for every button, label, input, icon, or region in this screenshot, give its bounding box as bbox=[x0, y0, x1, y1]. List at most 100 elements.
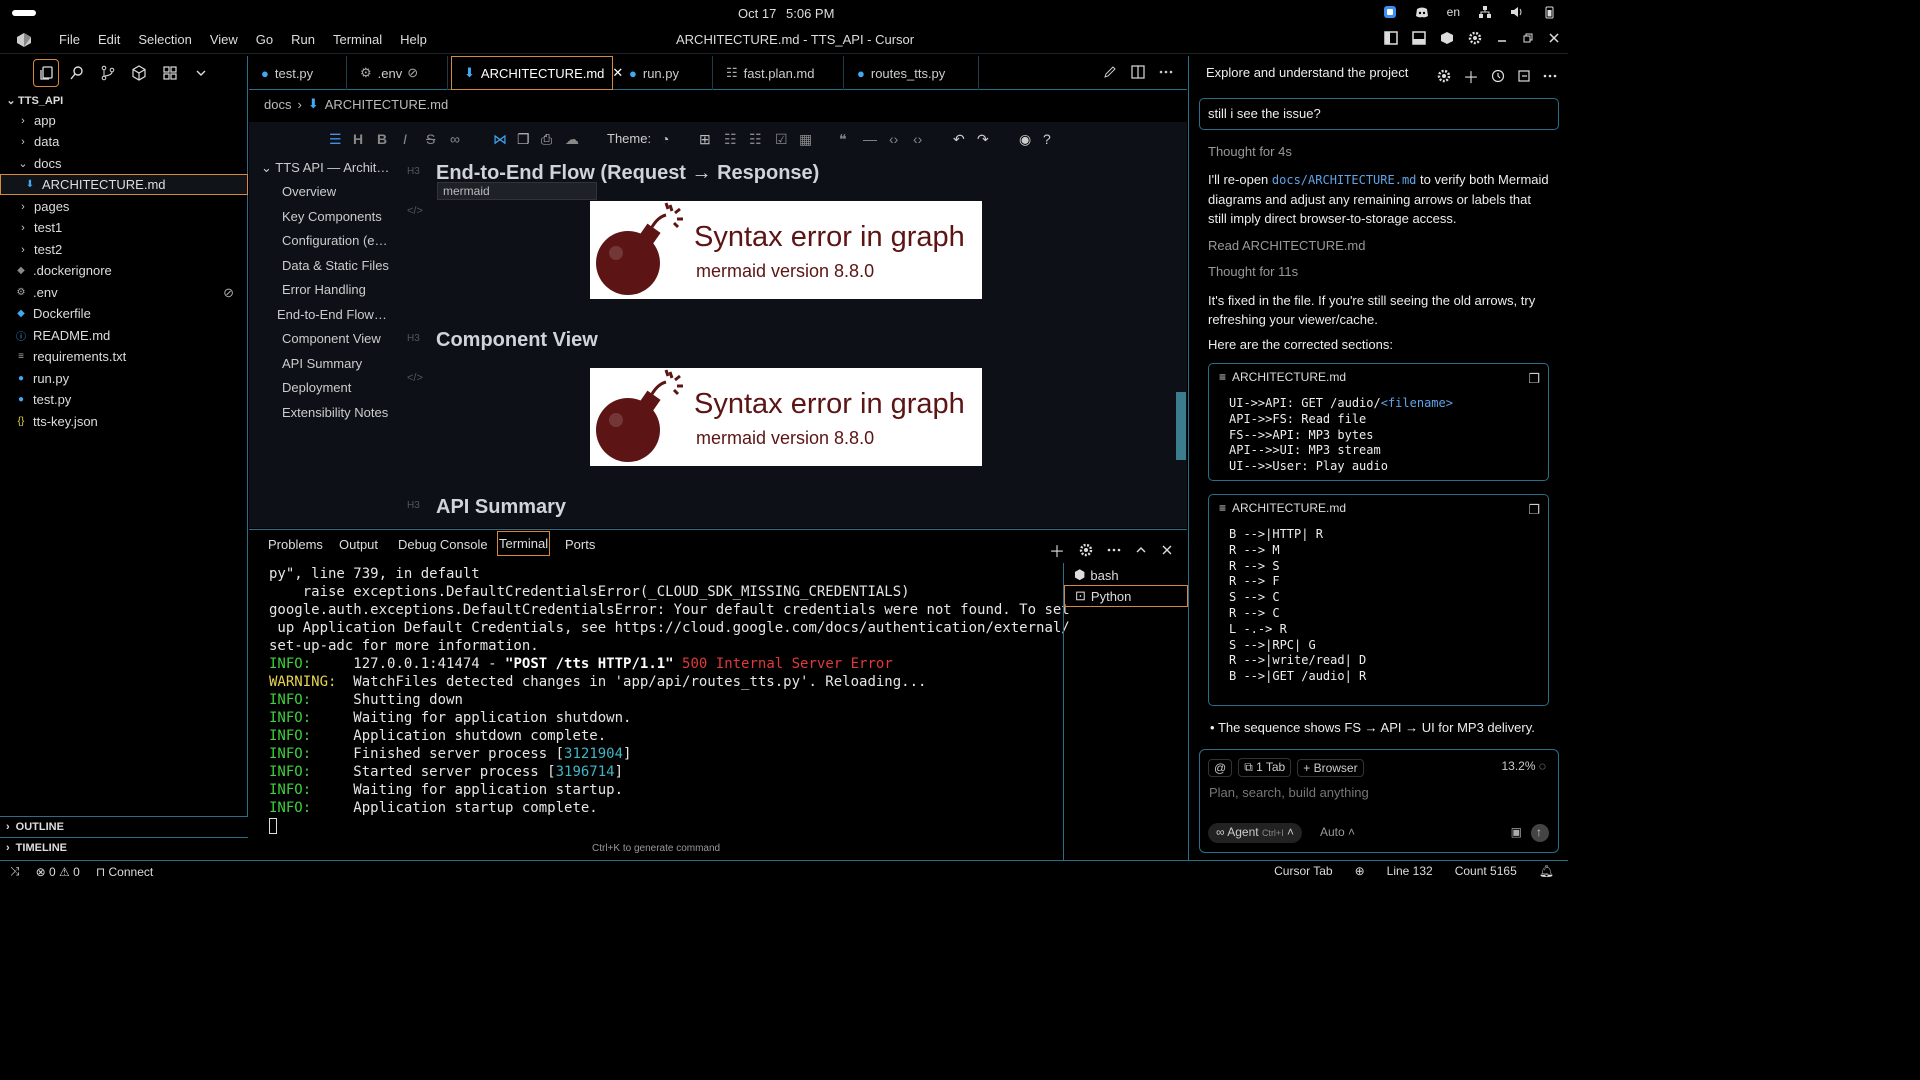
tree-item-pages[interactable]: › pages bbox=[0, 196, 248, 217]
menu-terminal[interactable]: Terminal bbox=[324, 32, 391, 47]
restore-icon[interactable] bbox=[1522, 32, 1534, 44]
new-chat-icon[interactable]: ＋ bbox=[1463, 64, 1479, 88]
search-view-button[interactable] bbox=[66, 62, 88, 84]
toggle-sidebar-icon[interactable] bbox=[1384, 31, 1398, 45]
close-panel-icon[interactable] bbox=[1161, 544, 1173, 556]
menu-help[interactable]: Help bbox=[391, 32, 436, 47]
menu-run[interactable]: Run bbox=[282, 32, 324, 47]
menu-selection[interactable]: Selection bbox=[129, 32, 200, 47]
checkbox-icon[interactable]: ☑ bbox=[775, 131, 788, 148]
tree-item-requirements[interactable]: ≡ requirements.txt bbox=[0, 346, 248, 367]
tab-run-py[interactable]: ● run.py bbox=[617, 56, 713, 90]
tab-test-py[interactable]: ● test.py bbox=[249, 56, 347, 90]
tree-item-readme[interactable]: ⓘ README.md bbox=[0, 325, 248, 346]
toc-item[interactable]: Extensibility Notes bbox=[282, 405, 397, 420]
tree-item-test2[interactable]: › test2 bbox=[0, 239, 248, 260]
file-link[interactable]: docs/ARCHITECTURE.md bbox=[1272, 173, 1417, 187]
code-icon[interactable]: ‹› bbox=[889, 131, 898, 147]
more-actions-icon[interactable] bbox=[1159, 65, 1173, 79]
system-time[interactable]: 5:06 PM bbox=[786, 6, 834, 21]
close-window-icon[interactable] bbox=[1548, 32, 1560, 44]
export-icon[interactable]: ⎙ bbox=[541, 131, 552, 148]
tree-item-tts-key-json[interactable]: {} tts-key.json bbox=[0, 411, 248, 432]
toc-item[interactable]: Key Components bbox=[282, 209, 397, 224]
extensions-view-button[interactable] bbox=[159, 62, 181, 84]
agent-mode-selector[interactable]: ∞ Agent Ctrl+I ˄ bbox=[1208, 823, 1303, 843]
tab-context-chip[interactable]: ⧉ 1 Tab bbox=[1238, 758, 1292, 777]
horizontal-rule-icon[interactable]: — bbox=[863, 131, 877, 147]
discord-icon[interactable] bbox=[1415, 6, 1429, 18]
line-indicator[interactable]: Line 132 bbox=[1387, 864, 1433, 878]
settings-gear-icon[interactable] bbox=[1079, 543, 1093, 557]
tab-debug-console[interactable]: Debug Console bbox=[398, 537, 488, 552]
tree-item-architecture-md[interactable]: ⬇ ARCHITECTURE.md bbox=[0, 174, 248, 195]
open-in-editor-icon[interactable] bbox=[1517, 69, 1531, 83]
explorer-root-folder[interactable]: ⌄ TTS_API bbox=[0, 90, 248, 111]
tree-item-dockerignore[interactable]: ◆ .dockerignore bbox=[0, 260, 248, 281]
read-file-indicator[interactable]: Read ARCHITECTURE.md bbox=[1208, 236, 1553, 255]
table-icon[interactable]: ▦ bbox=[799, 131, 812, 148]
toc-item[interactable]: Overview bbox=[282, 184, 397, 199]
toc-root[interactable]: ⌄ TTS API — Archit… bbox=[261, 160, 397, 176]
toc-item[interactable]: End-to-End Flow… bbox=[277, 307, 397, 322]
tree-item-app[interactable]: › app bbox=[0, 110, 248, 131]
tab-env[interactable]: ⚙ .env ⊘ bbox=[348, 56, 448, 90]
tab-routes-tts-py[interactable]: ● routes_tts.py bbox=[845, 56, 979, 90]
menu-edit[interactable]: Edit bbox=[89, 32, 129, 47]
menu-go[interactable]: Go bbox=[247, 32, 282, 47]
tab-architecture-md[interactable]: ⬇ ARCHITECTURE.md ✕ bbox=[451, 56, 623, 90]
minimize-icon[interactable] bbox=[1496, 32, 1508, 44]
breadcrumb-file[interactable]: ARCHITECTURE.md bbox=[325, 97, 449, 112]
code-block[interactable]: UI->>API: GET /audio/<filename> API->>FS… bbox=[1229, 396, 1453, 475]
tree-item-dockerfile[interactable]: ◆ Dockerfile bbox=[0, 303, 248, 324]
copy-icon[interactable]: ❐ bbox=[1528, 502, 1540, 518]
battery-icon[interactable] bbox=[1542, 5, 1556, 19]
chat-input[interactable]: Plan, search, build anything bbox=[1209, 785, 1369, 800]
tab-fast-plan-md[interactable]: ☷ fast.plan.md bbox=[714, 56, 844, 90]
source-control-button[interactable] bbox=[97, 62, 119, 84]
heading-icon[interactable]: H bbox=[353, 131, 363, 147]
volume-icon[interactable] bbox=[1510, 5, 1524, 19]
theme-label[interactable]: Theme: bbox=[607, 131, 651, 146]
remote-icon[interactable]: ⤨ bbox=[10, 864, 20, 879]
activities-button[interactable] bbox=[12, 10, 36, 16]
vscode-icon[interactable]: ⋈ bbox=[493, 131, 507, 148]
maximize-panel-icon[interactable] bbox=[1135, 544, 1147, 556]
more-actions-icon[interactable] bbox=[1543, 69, 1557, 83]
new-terminal-icon[interactable]: ＋ bbox=[1049, 538, 1065, 562]
palette-icon[interactable]: ◔ bbox=[661, 131, 669, 147]
timeline-section-header[interactable]: › TIMELINE bbox=[0, 837, 248, 858]
redo-icon[interactable]: ↷ bbox=[977, 131, 989, 148]
settings-gear-icon[interactable] bbox=[1437, 69, 1451, 83]
problems-indicator[interactable]: ⊗ 0 ⚠ 0 bbox=[36, 865, 80, 879]
cloud-icon[interactable]: ☁ bbox=[565, 131, 579, 148]
terminal-bash[interactable]: ⬢ bash bbox=[1064, 564, 1188, 586]
tab-terminal[interactable]: Terminal bbox=[497, 531, 551, 556]
tab-problems[interactable]: Problems bbox=[268, 537, 323, 552]
bold-icon[interactable]: B bbox=[377, 131, 387, 147]
model-selector[interactable]: Auto ˄ bbox=[1320, 825, 1355, 839]
toc-item[interactable]: Data & Static Files bbox=[282, 258, 397, 273]
outline-section-header[interactable]: › OUTLINE bbox=[0, 816, 248, 837]
network-icon[interactable] bbox=[1478, 5, 1492, 19]
browser-chip[interactable]: + Browser bbox=[1297, 758, 1364, 777]
edit-pencil-icon[interactable] bbox=[1103, 65, 1117, 79]
explorer-view-button[interactable] bbox=[33, 59, 59, 87]
breadcrumb-docs[interactable]: docs bbox=[264, 97, 291, 112]
tab-ports[interactable]: Ports bbox=[565, 537, 595, 552]
copy-icon[interactable]: ❐ bbox=[517, 131, 530, 148]
count-indicator[interactable]: Count 5165 bbox=[1455, 864, 1517, 878]
tree-item-docs[interactable]: ⌄ docs bbox=[0, 153, 248, 174]
user-message[interactable]: still i see the issue? bbox=[1199, 98, 1559, 130]
code-block[interactable]: B -->|HTTP| R R --> M R --> S R --> F S … bbox=[1229, 527, 1366, 685]
connect-button[interactable]: ⊓ Connect bbox=[96, 865, 153, 879]
system-date[interactable]: Oct 17 bbox=[738, 6, 776, 21]
app-indicator-icon[interactable] bbox=[1383, 5, 1397, 19]
thought-indicator[interactable]: Thought for 11s bbox=[1208, 262, 1553, 281]
more-views-button[interactable] bbox=[190, 62, 212, 84]
tree-item-test1[interactable]: › test1 bbox=[0, 217, 248, 238]
toc-item[interactable]: Component View bbox=[282, 331, 397, 346]
italic-icon[interactable]: I bbox=[403, 131, 407, 147]
image-attach-icon[interactable]: ▣ bbox=[1511, 825, 1522, 839]
settings-gear-icon[interactable] bbox=[1468, 31, 1482, 45]
